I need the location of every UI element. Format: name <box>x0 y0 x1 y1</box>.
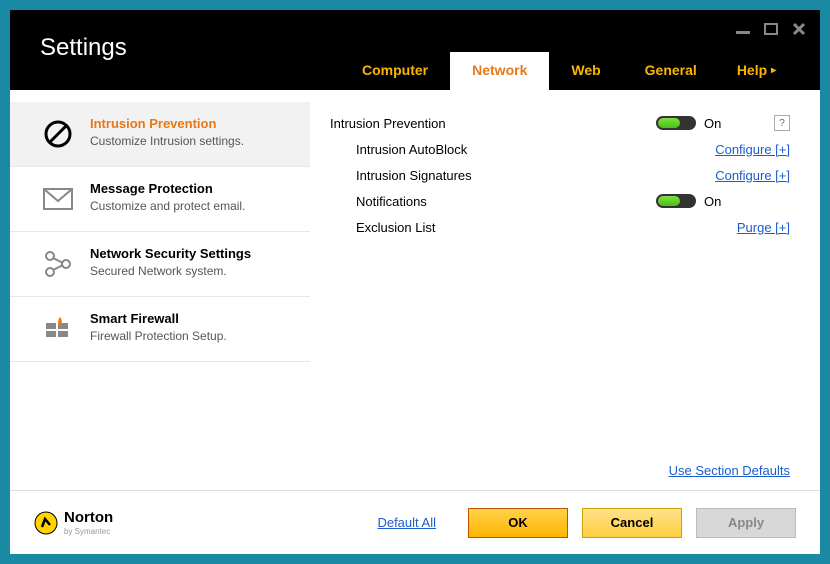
cancel-button[interactable]: Cancel <box>582 508 682 538</box>
sidebar-item-intrusion-prevention[interactable]: Intrusion Prevention Customize Intrusion… <box>10 102 310 167</box>
network-icon <box>40 246 76 282</box>
sidebar-item-sub: Customize and protect email. <box>90 198 245 215</box>
tab-general[interactable]: General <box>623 52 719 90</box>
apply-button[interactable]: Apply <box>696 508 796 538</box>
sidebar-item-label: Network Security Settings <box>90 246 251 263</box>
maximize-button[interactable] <box>762 20 780 38</box>
tab-computer[interactable]: Computer <box>340 52 450 90</box>
sidebar-item-label: Smart Firewall <box>90 311 227 328</box>
tab-help[interactable]: Help ▸ <box>719 52 794 90</box>
ok-button[interactable]: OK <box>468 508 568 538</box>
sidebar-item-smart-firewall[interactable]: Smart Firewall Firewall Protection Setup… <box>10 297 310 362</box>
row-label: Exclusion List <box>330 220 737 235</box>
page-title: Settings <box>40 34 127 62</box>
chevron-right-icon: ▸ <box>771 65 776 76</box>
section-heading: Intrusion Prevention <box>330 116 656 131</box>
row-label: Intrusion Signatures <box>330 168 715 183</box>
sidebar-item-network-security[interactable]: Network Security Settings Secured Networ… <box>10 232 310 297</box>
tab-web[interactable]: Web <box>549 52 622 90</box>
header: Settings Computer Network Web General He… <box>10 10 820 90</box>
purge-exclusion-link[interactable]: Purge [+] <box>737 220 790 235</box>
brand-name: Norton <box>64 509 113 526</box>
sidebar: Intrusion Prevention Customize Intrusion… <box>10 90 310 490</box>
help-icon[interactable]: ? <box>774 115 790 131</box>
toggle-state: On <box>704 116 744 131</box>
close-button[interactable] <box>790 20 808 38</box>
brand-sub: by Symantec <box>64 527 113 536</box>
intrusion-prevention-toggle[interactable] <box>656 116 696 130</box>
notifications-toggle[interactable] <box>656 194 696 208</box>
sidebar-item-sub: Secured Network system. <box>90 263 251 280</box>
sidebar-item-sub: Firewall Protection Setup. <box>90 328 227 345</box>
tab-help-label: Help <box>737 62 767 78</box>
row-label: Intrusion AutoBlock <box>330 142 715 157</box>
configure-signatures-link[interactable]: Configure [+] <box>715 168 790 183</box>
sidebar-item-label: Message Protection <box>90 181 245 198</box>
minimize-button[interactable] <box>734 20 752 38</box>
content-panel: Intrusion Prevention On ? Intrusion Auto… <box>310 90 820 490</box>
footer: Norton by Symantec Default All OK Cancel… <box>10 490 820 554</box>
sidebar-item-message-protection[interactable]: Message Protection Customize and protect… <box>10 167 310 232</box>
toggle-state: On <box>704 194 744 209</box>
firewall-icon <box>40 311 76 347</box>
brand-logo: Norton by Symantec <box>34 509 113 536</box>
norton-icon <box>34 511 58 535</box>
envelope-icon <box>40 181 76 217</box>
tab-network[interactable]: Network <box>450 52 549 90</box>
configure-autoblock-link[interactable]: Configure [+] <box>715 142 790 157</box>
sidebar-item-label: Intrusion Prevention <box>90 116 244 133</box>
block-icon <box>40 116 76 152</box>
sidebar-item-sub: Customize Intrusion settings. <box>90 133 244 150</box>
row-label: Notifications <box>330 194 656 209</box>
use-section-defaults-link[interactable]: Use Section Defaults <box>669 463 790 478</box>
default-all-link[interactable]: Default All <box>377 515 436 530</box>
